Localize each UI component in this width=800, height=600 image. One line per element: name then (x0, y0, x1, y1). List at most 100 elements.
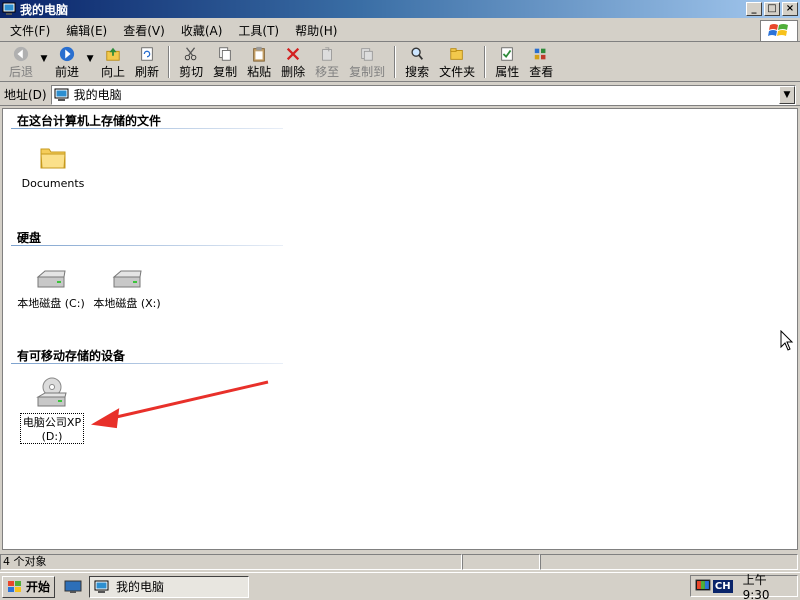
group-divider (11, 128, 283, 129)
my-computer-icon (54, 88, 69, 101)
views-button[interactable]: 查看 (524, 46, 558, 80)
copy-to-icon (361, 48, 373, 61)
cd-drive-d-label: 电脑公司XP (D:) (19, 413, 85, 444)
folders-button[interactable]: 文件夹 (434, 46, 480, 80)
back-arrow-icon (13, 46, 29, 62)
up-label: 向上 (101, 65, 126, 79)
properties-label: 属性 (495, 65, 520, 79)
folders-label: 文件夹 (439, 65, 476, 79)
local-disk-x[interactable]: 本地磁盘 (X:) (89, 269, 165, 311)
group-header-hard-disks: 硬盘 (17, 231, 42, 245)
clock[interactable]: 上午 9:30 (743, 571, 797, 600)
menu-favorites[interactable]: 收藏(A) (175, 20, 229, 41)
address-value: 我的电脑 (73, 88, 122, 102)
move-to-label: 移至 (315, 65, 340, 79)
mouse-cursor-icon (780, 330, 794, 351)
menu-view[interactable]: 查看(V) (117, 20, 171, 41)
paste-label: 粘贴 (247, 65, 272, 79)
address-dropdown-icon[interactable]: ▼ (779, 85, 795, 104)
views-label: 查看 (529, 65, 554, 79)
copy-to-button[interactable]: 复制到 (344, 46, 390, 80)
taskbar-item-my-computer[interactable]: 我的电脑 (89, 575, 250, 598)
forward-label: 前进 (55, 65, 80, 79)
cd-drive-d-label-line2: (D:) (41, 430, 63, 443)
close-button[interactable]: × (782, 2, 798, 16)
my-computer-icon (2, 2, 16, 15)
status-object-count: 4 个对象 (0, 554, 462, 570)
show-desktop-button[interactable] (61, 576, 85, 598)
address-bar: 地址(D) 我的电脑 ▼ (0, 84, 800, 106)
windows-flag-icon (8, 580, 21, 592)
local-disk-x-label: 本地磁盘 (X:) (93, 297, 161, 310)
cd-drive-d[interactable]: 电脑公司XP (D:) (17, 377, 87, 444)
maximize-button[interactable]: □ (764, 2, 780, 16)
menu-help[interactable]: 帮助(H) (289, 20, 343, 41)
status-bar: 4 个对象 (0, 553, 800, 571)
delete-label: 删除 (281, 65, 306, 79)
menu-file[interactable]: 文件(F) (4, 20, 56, 41)
windows-logo-icon (760, 20, 798, 42)
start-button[interactable]: 开始 (2, 575, 56, 598)
menu-tools[interactable]: 工具(T) (232, 20, 285, 41)
documents-folder[interactable]: Documents (17, 141, 89, 190)
paste-button[interactable]: 粘贴 (242, 46, 276, 80)
cd-drive-icon (36, 377, 67, 407)
forward-dropdown-icon[interactable]: ▼ (84, 46, 96, 64)
properties-icon (501, 47, 513, 61)
refresh-button[interactable]: 刷新 (130, 46, 164, 80)
address-input[interactable]: 我的电脑 ▼ (50, 84, 796, 105)
up-button[interactable]: 向上 (96, 46, 130, 80)
toolbar-separator (484, 46, 487, 78)
forward-button[interactable]: 前进 (50, 46, 84, 80)
group-header-removable: 有可移动存储的设备 (17, 349, 126, 363)
local-disk-c[interactable]: 本地磁盘 (C:) (13, 269, 89, 311)
menu-edit[interactable]: 编辑(E) (60, 20, 113, 41)
file-view[interactable]: 在这台计算机上存储的文件 Documents 硬盘 本地磁盘 (C:) 本地磁盘… (2, 108, 798, 550)
cut-label: 剪切 (179, 65, 204, 79)
delete-button[interactable]: 删除 (276, 46, 310, 80)
local-disk-c-label: 本地磁盘 (C:) (17, 297, 85, 310)
refresh-label: 刷新 (135, 65, 160, 79)
search-button[interactable]: 搜索 (400, 46, 434, 80)
title-bar[interactable]: 我的电脑 _ □ × (0, 0, 800, 18)
hard-drive-icon (112, 270, 142, 288)
back-button[interactable]: 后退 (4, 46, 38, 80)
taskbar: 开始 我的电脑 CH 上午 9:30 (0, 572, 800, 600)
copy-to-label: 复制到 (349, 65, 386, 79)
display-settings-icon[interactable] (695, 579, 711, 593)
clipboard-icon (253, 46, 265, 62)
views-icon (534, 48, 546, 60)
language-indicator[interactable]: CH (712, 579, 733, 593)
status-cell-empty (462, 554, 540, 570)
copy-icon (219, 47, 231, 61)
toolbar: 后退 ▼ 前进 ▼ 向上 刷新 剪切 复制 粘贴 删除 移至 复制到 搜索 文件… (0, 44, 800, 82)
forward-arrow-icon (59, 46, 75, 62)
properties-button[interactable]: 属性 (490, 46, 524, 80)
search-label: 搜索 (405, 65, 430, 79)
cut-button[interactable]: 剪切 (174, 46, 208, 80)
cd-drive-d-label-line1: 电脑公司XP (22, 416, 82, 429)
folders-icon (450, 48, 463, 60)
delete-x-icon (286, 47, 300, 61)
system-tray: CH 上午 9:30 (690, 573, 798, 600)
back-dropdown-icon[interactable]: ▼ (38, 46, 50, 64)
menu-bar: 文件(F) 编辑(E) 查看(V) 收藏(A) 工具(T) 帮助(H) (0, 20, 800, 42)
group-divider (11, 363, 283, 364)
scissors-icon (184, 47, 197, 61)
copy-label: 复制 (213, 65, 238, 79)
documents-label: Documents (21, 177, 85, 190)
refresh-icon (141, 47, 153, 61)
start-label: 开始 (26, 580, 51, 594)
taskbar-item-label: 我的电脑 (116, 580, 165, 594)
minimize-button[interactable]: _ (746, 2, 762, 16)
folder-icon (40, 148, 66, 169)
window-title: 我的电脑 (20, 2, 69, 17)
group-divider (11, 245, 283, 246)
back-label: 后退 (9, 65, 34, 79)
copy-button[interactable]: 复制 (208, 46, 242, 80)
move-to-button[interactable]: 移至 (310, 46, 344, 80)
address-label: 地址(D) (4, 88, 47, 102)
toolbar-separator (394, 46, 397, 78)
status-cell-empty (540, 554, 798, 570)
search-icon (411, 47, 424, 60)
